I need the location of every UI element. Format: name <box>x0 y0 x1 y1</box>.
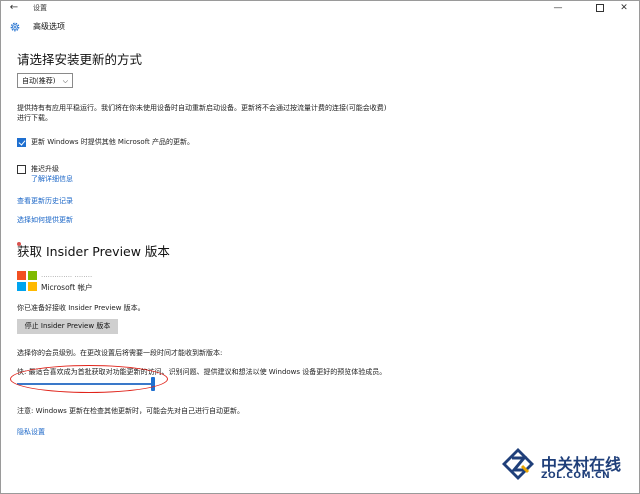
chevron-down-icon: ⌵ <box>62 77 68 85</box>
account-name: ·············· ········ <box>41 273 93 281</box>
watermark-en: ZOL.COM.CN <box>541 471 611 481</box>
back-button[interactable]: ← <box>7 1 21 15</box>
insider-level-prompt: 选择你的会员级别。在更改设置后将需要一段时间才能收到新版本: <box>17 349 223 357</box>
install-description-line2: 进行下载。 <box>17 114 52 122</box>
delivery-options-link[interactable]: 选择如何提供更新 <box>17 215 73 225</box>
insider-heading: 获取 Insider Preview 版本 <box>17 244 170 259</box>
windows-update-note: 注意: Windows 更新在检查其他更新时，可能会先对自己进行自动更新。 <box>17 407 245 415</box>
zol-logo-icon <box>502 448 534 480</box>
ms-updates-checkbox[interactable] <box>17 138 26 147</box>
install-method-dropdown[interactable]: 自动(推荐) ⌵ <box>17 73 73 88</box>
close-button[interactable]: ✕ <box>613 1 635 15</box>
maximize-icon <box>596 3 604 12</box>
defer-upgrades-label: 推迟升级 <box>31 165 59 173</box>
defer-upgrades-checkbox[interactable] <box>17 165 26 174</box>
minimize-button[interactable]: — <box>547 1 569 15</box>
privacy-settings-link[interactable]: 隐私设置 <box>17 427 45 437</box>
window-title: 设置 <box>33 4 47 12</box>
dropdown-value: 自动(推荐) <box>22 77 56 85</box>
page-header: 高级选项 <box>1 15 639 39</box>
settings-window: ← 设置 — ✕ 高级选项 请选择安装更新的方式 自动(推荐) ⌵ 提供持有有应… <box>0 0 640 494</box>
install-description-line1: 提供持有有应用平稳运行。我们将在你未使用设备时自动重新启动设备。更新将不会通过按… <box>17 104 387 112</box>
gear-icon <box>10 22 20 32</box>
account-type: Microsoft 帐户 <box>41 283 93 292</box>
insider-ready-text: 你已准备好接收 Insider Preview 版本。 <box>17 304 145 312</box>
red-annotation-ellipse <box>10 365 168 393</box>
maximize-button[interactable] <box>589 1 611 15</box>
stop-insider-button[interactable]: 停止 Insider Preview 版本 <box>17 319 118 334</box>
learn-more-link[interactable]: 了解详细信息 <box>31 174 73 184</box>
title-bar: ← 设置 — ✕ <box>1 1 639 15</box>
ms-updates-label: 更新 Windows 时提供其他 Microsoft 产品的更新。 <box>31 138 195 146</box>
microsoft-logo-icon <box>17 271 37 291</box>
install-updates-heading: 请选择安装更新的方式 <box>17 52 143 67</box>
update-history-link[interactable]: 查看更新历史记录 <box>17 196 73 206</box>
page-title: 高级选项 <box>33 22 65 31</box>
zol-watermark: 中关村在线 ZOL.COM.CN <box>501 447 631 487</box>
